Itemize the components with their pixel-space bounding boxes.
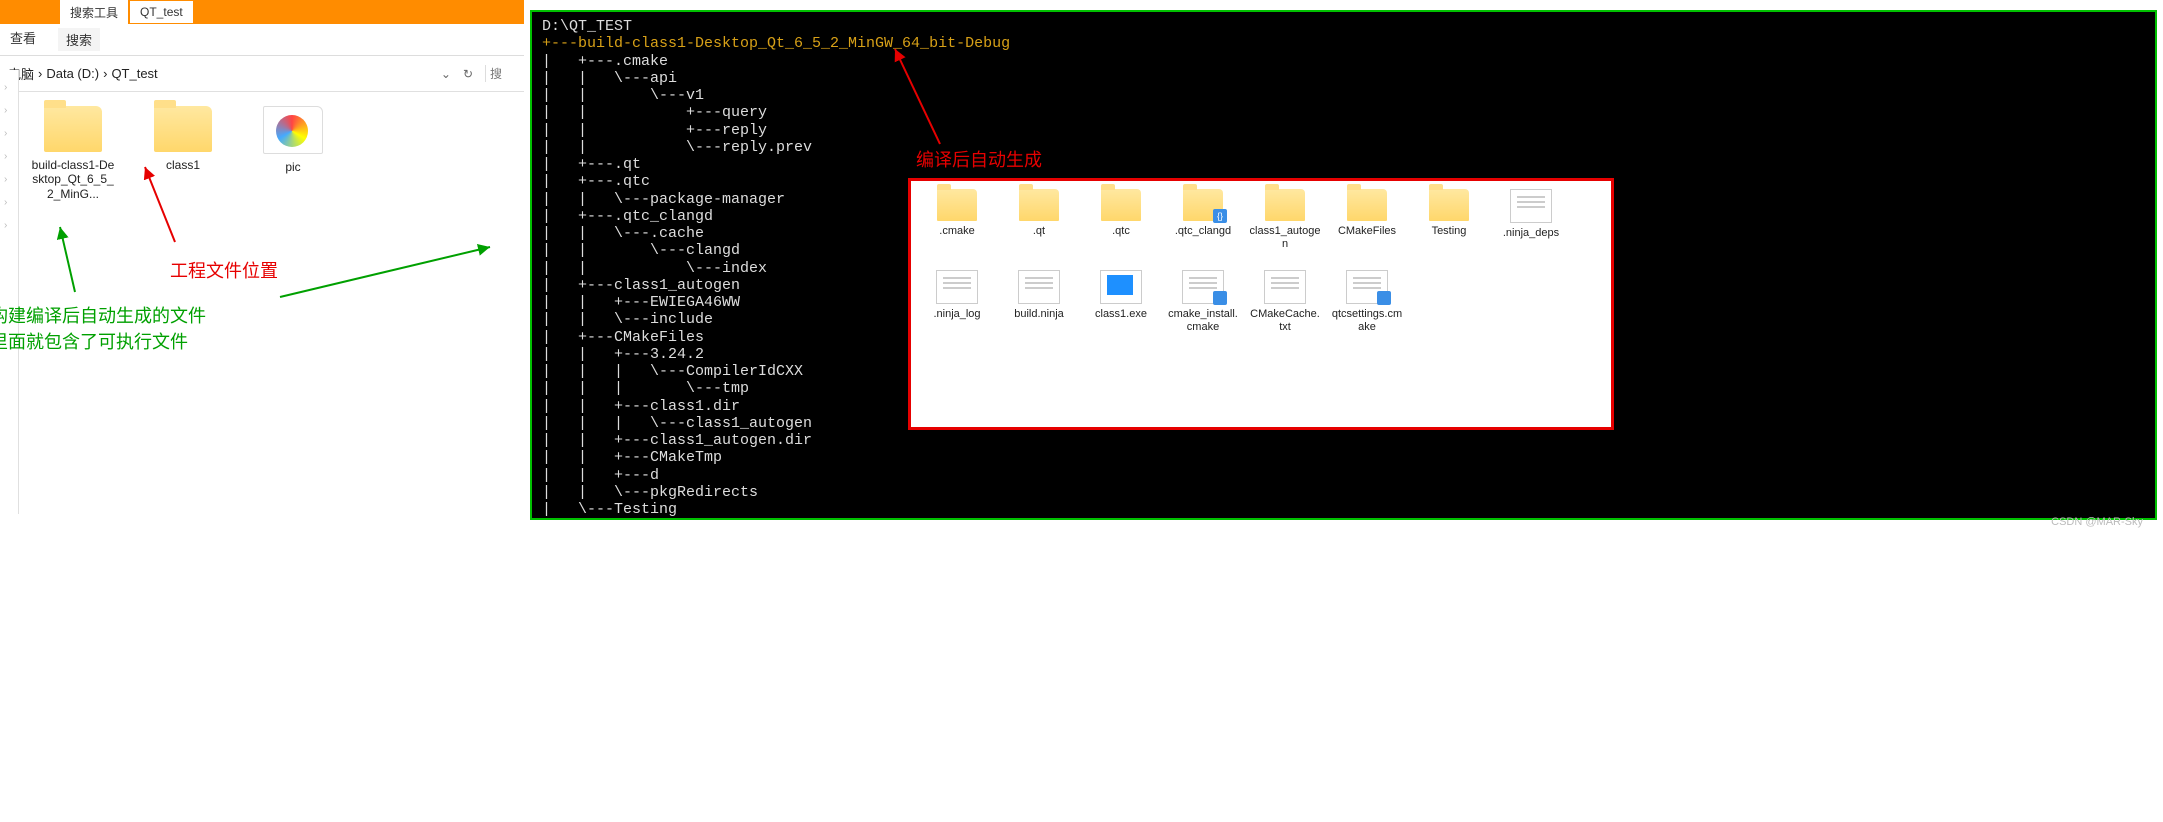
folder-pic[interactable]: pic [250,106,336,174]
tab-qt-test[interactable]: QT_test [130,1,193,23]
ribbon-search[interactable]: 搜索 [58,28,100,51]
file-label: pic [250,160,336,174]
inset-item[interactable]: build.ninja [1003,270,1075,333]
file-icon [1346,270,1388,304]
folder-icon [1347,189,1387,221]
inset-label: .qtc [1085,225,1157,238]
inset-item[interactable]: .cmake [921,189,993,250]
arrow-green-icon [50,222,100,292]
folder-icon: {} [1183,189,1223,221]
picture-folder-icon [263,106,323,154]
inset-item[interactable]: {} .qtc_clangd [1167,189,1239,250]
inset-label: build.ninja [1003,308,1075,321]
refresh-icon[interactable]: ↻ [463,67,473,81]
file-icon [1018,270,1060,304]
terminal-pane: D:\QT_TEST +---build-class1-Desktop_Qt_6… [524,0,2163,530]
folder-icon [1101,189,1141,221]
inset-label: .qt [1003,225,1075,238]
inset-item[interactable]: .qt [1003,189,1075,250]
ribbon: 查看 搜索 [0,24,524,56]
inset-label: CMakeCache.txt [1249,308,1321,333]
explorer-tab-strip: 搜索工具 QT_test [0,0,524,24]
inset-item[interactable]: .ninja_deps [1495,189,1567,250]
folder-icon [44,106,102,152]
folder-build[interactable]: build-class1-Desktop_Qt_6_5_2_MinG... [30,106,116,201]
folder-icon [154,106,212,152]
breadcrumb[interactable]: 电脑› Data (D:)› QT_test [6,64,429,83]
annotation-auto-gen-1: 构建编译后自动生成的文件 [0,302,206,328]
inset-item[interactable]: CMakeCache.txt [1249,270,1321,333]
inset-item[interactable]: .ninja_log [921,270,993,333]
folder-icon [1265,189,1305,221]
inset-label: .qtc_clangd [1167,225,1239,238]
explorer-pane: 搜索工具 QT_test 查看 搜索 电脑› Data (D:)› QT_tes… [0,0,524,530]
crumb-folder[interactable]: QT_test [111,66,157,81]
inset-item[interactable]: class1_autogen [1249,189,1321,250]
inset-label: .cmake [921,225,993,238]
file-list: build-class1-Desktop_Qt_6_5_2_MinG... cl… [0,92,524,530]
inset-row: .ninja_log build.ninja class1.exe cmake_ins… [921,270,1601,333]
dropdown-icon[interactable]: ⌄ [441,67,451,81]
arrow-red-icon [130,162,190,242]
inset-item[interactable]: qtcsettings.cmake [1331,270,1403,333]
watermark: CSDN @MAR-Sky [2051,516,2143,528]
folder-icon [1429,189,1469,221]
file-icon [1510,189,1552,223]
inset-label: .ninja_log [921,308,993,321]
inset-item[interactable]: Testing [1413,189,1485,250]
inset-label: qtcsettings.cmake [1331,308,1403,333]
folder-icon [937,189,977,221]
address-bar: 电脑› Data (D:)› QT_test ⌄ ↻ 搜 [0,56,524,92]
crumb-drive[interactable]: Data (D:) [46,66,99,81]
inset-label: .ninja_deps [1495,227,1567,240]
inset-label: class1_autogen [1249,225,1321,250]
annotation-proj-loc: 工程文件位置 [170,257,278,283]
build-folder-contents: .cmake .qt .qtc {} .qtc_clangd class1_autogen… [908,178,1614,430]
terminal-window: D:\QT_TEST +---build-class1-Desktop_Qt_6… [530,10,2157,520]
file-icon [936,270,978,304]
inset-item[interactable]: .qtc [1085,189,1157,250]
inset-item[interactable]: CMakeFiles [1331,189,1403,250]
ribbon-view[interactable]: 查看 [10,28,36,51]
file-icon [1182,270,1224,304]
tab-search-tools[interactable]: 搜索工具 [60,0,128,25]
exe-icon [1100,270,1142,304]
arrow-green-right-icon [280,242,500,302]
inset-label: CMakeFiles [1331,225,1403,238]
inset-label: cmake_install.cmake [1167,308,1239,333]
folder-icon [1019,189,1059,221]
inset-label: class1.exe [1085,308,1157,321]
arrow-red-up-icon [890,44,960,154]
inset-label: Testing [1413,225,1485,238]
file-label: build-class1-Desktop_Qt_6_5_2_MinG... [30,158,116,201]
inset-item[interactable]: cmake_install.cmake [1167,270,1239,333]
search-input[interactable]: 搜 [485,65,518,82]
inset-row: .cmake .qt .qtc {} .qtc_clangd class1_autogen… [921,189,1601,250]
file-icon [1264,270,1306,304]
annotation-auto-gen-2: 里面就包含了可执行文件 [0,328,188,354]
inset-item[interactable]: class1.exe [1085,270,1157,333]
